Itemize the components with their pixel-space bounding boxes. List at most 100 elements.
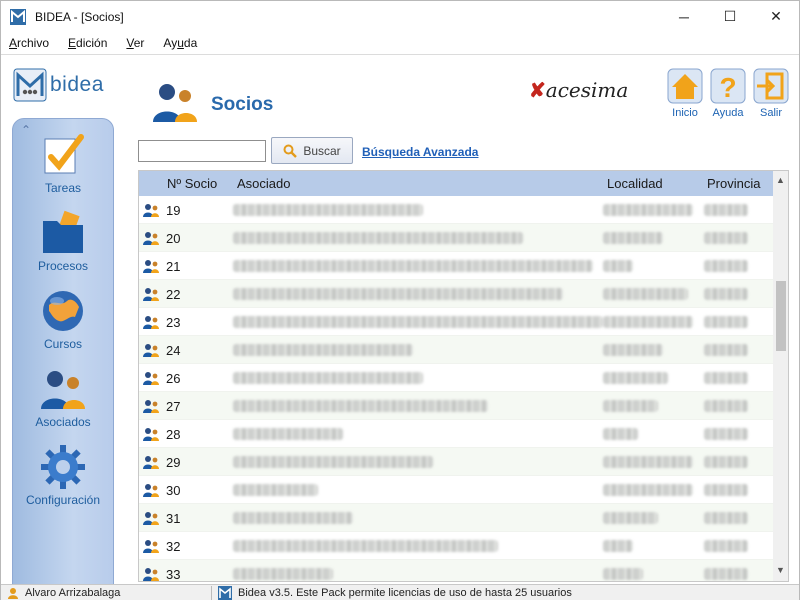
column-header-provincia[interactable]: Provincia [707,176,760,191]
cell-num-socio: 32 [166,539,181,554]
cell-num-socio: 33 [166,567,181,582]
nav-item-tareas[interactable]: Tareas [13,131,113,195]
table-row[interactable]: 24 [139,336,773,364]
cell-asociado-redacted [233,512,353,524]
cell-asociado-redacted [233,540,498,552]
nav-item-procesos[interactable]: Procesos [13,209,113,273]
menu-ver[interactable]: Ver [126,36,144,50]
title-bar: BIDEA - [Socios] ─ ☐ ✕ [1,1,799,32]
socios-people-icon [153,84,197,122]
nav-item-asociados[interactable]: Asociados [13,365,113,429]
cell-num-socio: 28 [166,427,181,442]
status-divider [211,585,212,600]
svg-text:?: ? [719,72,736,103]
status-bar: Alvaro Arrizabalaga Bidea v3.5. Este Pac… [1,584,799,600]
user-icon [8,588,18,599]
member-icon [143,484,159,497]
close-button[interactable]: ✕ [753,1,799,32]
column-header-localidad[interactable]: Localidad [607,176,663,191]
scroll-up-icon[interactable]: ▲ [776,175,785,185]
cell-num-socio: 23 [166,315,181,330]
window-title: BIDEA - [Socios] [35,9,124,24]
cell-provincia-redacted [704,344,748,356]
table-row[interactable]: 29 [139,448,773,476]
cell-provincia-redacted [704,204,748,216]
partner-logo: ✘acesima [529,78,629,102]
menu-edicion[interactable]: Edición [68,36,107,50]
cell-localidad-redacted [603,232,663,244]
bidea-status-icon [218,586,232,600]
cell-num-socio: 31 [166,511,181,526]
cell-num-socio: 26 [166,371,181,386]
member-icon [143,316,159,329]
table-row[interactable]: 22 [139,280,773,308]
cell-localidad-redacted [603,288,688,300]
scroll-down-icon[interactable]: ▼ [776,565,785,575]
table-row[interactable]: 33 [139,560,773,582]
cell-provincia-redacted [704,400,748,412]
table-body: 19 20 21 22 23 24 26 27 28 29 30 31 32 33 [139,196,773,582]
table-row[interactable]: 20 [139,224,773,252]
cell-provincia-redacted [704,484,748,496]
table-row[interactable]: 30 [139,476,773,504]
cell-num-socio: 21 [166,259,181,274]
nav-item-cursos[interactable]: Cursos [13,287,113,351]
table-row[interactable]: 23 [139,308,773,336]
cell-localidad-redacted [603,260,633,272]
search-button[interactable]: Buscar [271,137,353,164]
table-row[interactable]: 19 [139,196,773,224]
help-icon: ? [710,68,746,104]
member-icon [143,232,159,245]
maximize-button[interactable]: ☐ [707,1,753,32]
cell-provincia-redacted [704,288,748,300]
table-row[interactable]: 31 [139,504,773,532]
minimize-button[interactable]: ─ [661,1,707,32]
app-window: BIDEA - [Socios] ─ ☐ ✕ Archivo Edición V… [0,0,800,600]
column-header-asociado[interactable]: Asociado [237,176,290,191]
table-row[interactable]: 28 [139,420,773,448]
cell-provincia-redacted [704,232,748,244]
advanced-search-link[interactable]: Búsqueda Avanzada [362,145,478,159]
member-icon [143,400,159,413]
ayuda-button[interactable]: ? Ayuda [708,68,748,119]
cell-asociado-redacted [233,204,423,216]
vertical-scrollbar[interactable]: ▲ ▼ [773,171,788,581]
bidea-logo-icon [13,68,47,102]
salir-label: Salir [759,107,782,119]
socios-table: Nº Socio Asociado Localidad Provincia 19… [138,170,789,582]
cell-asociado-redacted [233,568,333,580]
nav-item-configuracion[interactable]: Configuración [13,443,113,507]
exit-icon [753,68,789,104]
cell-provincia-redacted [704,428,748,440]
partner-logo-mark-icon: ✘ [529,78,546,102]
salir-button[interactable]: Salir [751,68,791,119]
cell-asociado-redacted [233,456,433,468]
member-icon [143,540,159,553]
column-header-num[interactable]: Nº Socio [167,176,217,191]
table-row[interactable]: 32 [139,532,773,560]
table-row[interactable]: 27 [139,392,773,420]
search-input[interactable] [138,140,266,162]
member-icon [143,204,159,217]
cell-asociado-redacted [233,288,563,300]
checkmark-icon [44,134,84,174]
cell-localidad-redacted [603,512,658,524]
table-row[interactable]: 21 [139,252,773,280]
cell-localidad-redacted [603,428,638,440]
cell-num-socio: 22 [166,287,181,302]
menu-archivo[interactable]: Archivo [9,36,49,50]
cell-asociado-redacted [233,400,488,412]
nav-label: Asociados [35,415,91,429]
nav-label: Procesos [37,259,89,273]
table-row[interactable]: 26 [139,364,773,392]
inicio-button[interactable]: Inicio [665,68,705,119]
scroll-thumb[interactable] [776,281,786,351]
left-panel: bidea ⌃ Tareas Procesos Cursos Asociados… [1,56,131,588]
globe-icon [43,291,83,331]
cell-num-socio: 29 [166,455,181,470]
menu-ayuda[interactable]: Ayuda [163,36,197,50]
cell-asociado-redacted [233,344,413,356]
member-icon [143,288,159,301]
folder-icon [43,210,83,253]
cell-provincia-redacted [704,372,748,384]
